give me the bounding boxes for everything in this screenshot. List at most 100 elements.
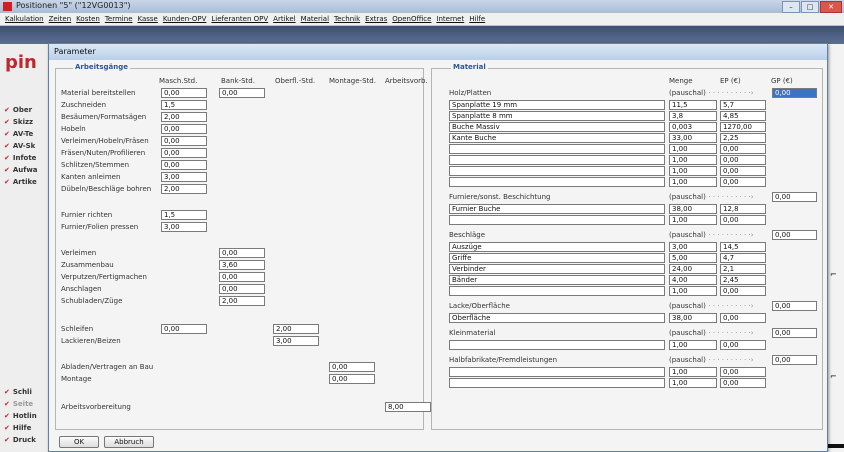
material-name-input[interactable] <box>449 144 665 154</box>
row-input[interactable]: 0,00 <box>219 272 265 282</box>
material-name-input[interactable]: Spanplatte 19 mm <box>449 100 665 110</box>
nav-item[interactable]: ✔ AV-Sk <box>4 142 35 150</box>
row-input[interactable]: 2,00 <box>161 112 207 122</box>
nav-item[interactable]: ✔ Skizz <box>4 118 33 126</box>
menge-input[interactable]: 0,003 <box>669 122 717 132</box>
ep-input[interactable]: 0,00 <box>720 313 766 323</box>
menu-item[interactable]: Kasse <box>138 13 158 25</box>
menu-item[interactable]: Internet <box>436 13 464 25</box>
ep-input[interactable]: 0,00 <box>720 378 766 388</box>
material-name-input[interactable]: Auszüge <box>449 242 665 252</box>
menge-input[interactable]: 38,00 <box>669 204 717 214</box>
nav-item[interactable]: ✔ AV-Te <box>4 130 33 138</box>
row-input[interactable]: 0,00 <box>219 88 265 98</box>
menge-input[interactable]: 38,00 <box>669 313 717 323</box>
ep-input[interactable]: 14,5 <box>720 242 766 252</box>
menu-item[interactable]: Termine <box>105 13 133 25</box>
row-input[interactable]: 2,00 <box>161 184 207 194</box>
menge-input[interactable]: 11,5 <box>669 100 717 110</box>
menge-input[interactable]: 3,00 <box>669 242 717 252</box>
row-input[interactable]: 0,00 <box>161 136 207 146</box>
ep-input[interactable]: 0,00 <box>720 166 766 176</box>
row-input[interactable]: 3,00 <box>161 172 207 182</box>
ep-input[interactable]: 1270,00 <box>720 122 766 132</box>
ep-input[interactable]: 4,85 <box>720 111 766 121</box>
ep-input[interactable]: 0,00 <box>720 215 766 225</box>
menu-item[interactable]: Technik <box>334 13 360 25</box>
row-input[interactable]: 0,00 <box>161 124 207 134</box>
menge-input[interactable]: 1,00 <box>669 340 717 350</box>
menge-input[interactable]: 1,00 <box>669 177 717 187</box>
row-input[interactable]: 1,5 <box>161 100 207 110</box>
row-input[interactable]: 3,00 <box>273 336 319 346</box>
menge-input[interactable]: 1,00 <box>669 367 717 377</box>
menu-item[interactable]: Kalkulation <box>5 13 44 25</box>
ep-input[interactable]: 2,25 <box>720 133 766 143</box>
menge-input[interactable]: 1,00 <box>669 215 717 225</box>
gp-input[interactable]: 0,00 <box>772 355 817 365</box>
nav-item[interactable]: ✔ Artike <box>4 178 37 186</box>
gp-input[interactable]: 0,00 <box>772 192 817 202</box>
menge-input[interactable]: 24,00 <box>669 264 717 274</box>
material-name-input[interactable] <box>449 340 665 350</box>
ep-input[interactable]: 0,00 <box>720 286 766 296</box>
row-input[interactable]: 0,00 <box>219 284 265 294</box>
row-input[interactable]: 3,00 <box>161 222 207 232</box>
nav-item[interactable]: ✔ Schli <box>4 388 32 396</box>
menge-input[interactable]: 1,00 <box>669 378 717 388</box>
ep-input[interactable]: 0,00 <box>720 144 766 154</box>
gp-input[interactable]: 0,00 <box>772 328 817 338</box>
ep-input[interactable]: 0,00 <box>720 155 766 165</box>
material-name-input[interactable]: Spanplatte 8 mm <box>449 111 665 121</box>
menu-item[interactable]: Zeiten <box>49 13 72 25</box>
row-input[interactable]: 1,5 <box>161 210 207 220</box>
menu-item[interactable]: Kunden-OPV <box>163 13 207 25</box>
gp-input[interactable]: 0,00 <box>772 230 817 240</box>
nav-item[interactable]: ✔ Ober <box>4 106 32 114</box>
ep-input[interactable]: 0,00 <box>720 367 766 377</box>
cancel-button[interactable]: Abbruch <box>104 436 154 448</box>
gp-input[interactable]: 0,00 <box>772 301 817 311</box>
row-input[interactable]: 8,00 <box>385 402 431 412</box>
nav-item[interactable]: ✔ Infote <box>4 154 36 162</box>
close-button[interactable]: ✕ <box>820 1 842 13</box>
menu-item[interactable]: Kosten <box>76 13 100 25</box>
row-input[interactable]: 0,00 <box>219 248 265 258</box>
menu-item[interactable]: Artikel <box>273 13 295 25</box>
material-name-input[interactable] <box>449 155 665 165</box>
row-input[interactable]: 0,00 <box>161 148 207 158</box>
nav-item[interactable]: ✔ Aufwa <box>4 166 38 174</box>
ep-input[interactable]: 0,00 <box>720 340 766 350</box>
ok-button[interactable]: OK <box>59 436 99 448</box>
material-name-input[interactable] <box>449 166 665 176</box>
material-name-input[interactable] <box>449 177 665 187</box>
material-name-input[interactable]: Furnier Buche <box>449 204 665 214</box>
menu-item[interactable]: Material <box>301 13 329 25</box>
material-name-input[interactable] <box>449 215 665 225</box>
material-name-input[interactable]: Oberfläche <box>449 313 665 323</box>
gp-input[interactable]: 0,00 <box>772 88 817 98</box>
menu-item[interactable]: Hilfe <box>469 13 485 25</box>
row-input[interactable]: 3,60 <box>219 260 265 270</box>
menge-input[interactable]: 1,00 <box>669 155 717 165</box>
nav-item[interactable]: ✔ Druck <box>4 436 36 444</box>
row-input[interactable]: 0,00 <box>329 362 375 372</box>
row-input[interactable]: 0,00 <box>161 160 207 170</box>
row-input[interactable]: 0,00 <box>161 324 207 334</box>
row-input[interactable]: 2,00 <box>273 324 319 334</box>
menge-input[interactable]: 33,00 <box>669 133 717 143</box>
ep-input[interactable]: 2,45 <box>720 275 766 285</box>
nav-item[interactable]: ✔ Seite <box>4 400 33 408</box>
material-name-input[interactable]: Verbinder <box>449 264 665 274</box>
menge-input[interactable]: 1,00 <box>669 144 717 154</box>
nav-item[interactable]: ✔ Hotlin <box>4 412 37 420</box>
material-name-input[interactable]: Griffe <box>449 253 665 263</box>
maximize-button[interactable]: □ <box>801 1 819 13</box>
ep-input[interactable]: 5,7 <box>720 100 766 110</box>
ep-input[interactable]: 12,8 <box>720 204 766 214</box>
menu-item[interactable]: OpenOffice <box>392 13 431 25</box>
menge-input[interactable]: 3,8 <box>669 111 717 121</box>
menu-item[interactable]: Lieferanten OPV <box>211 13 268 25</box>
ep-input[interactable]: 0,00 <box>720 177 766 187</box>
ep-input[interactable]: 2,1 <box>720 264 766 274</box>
